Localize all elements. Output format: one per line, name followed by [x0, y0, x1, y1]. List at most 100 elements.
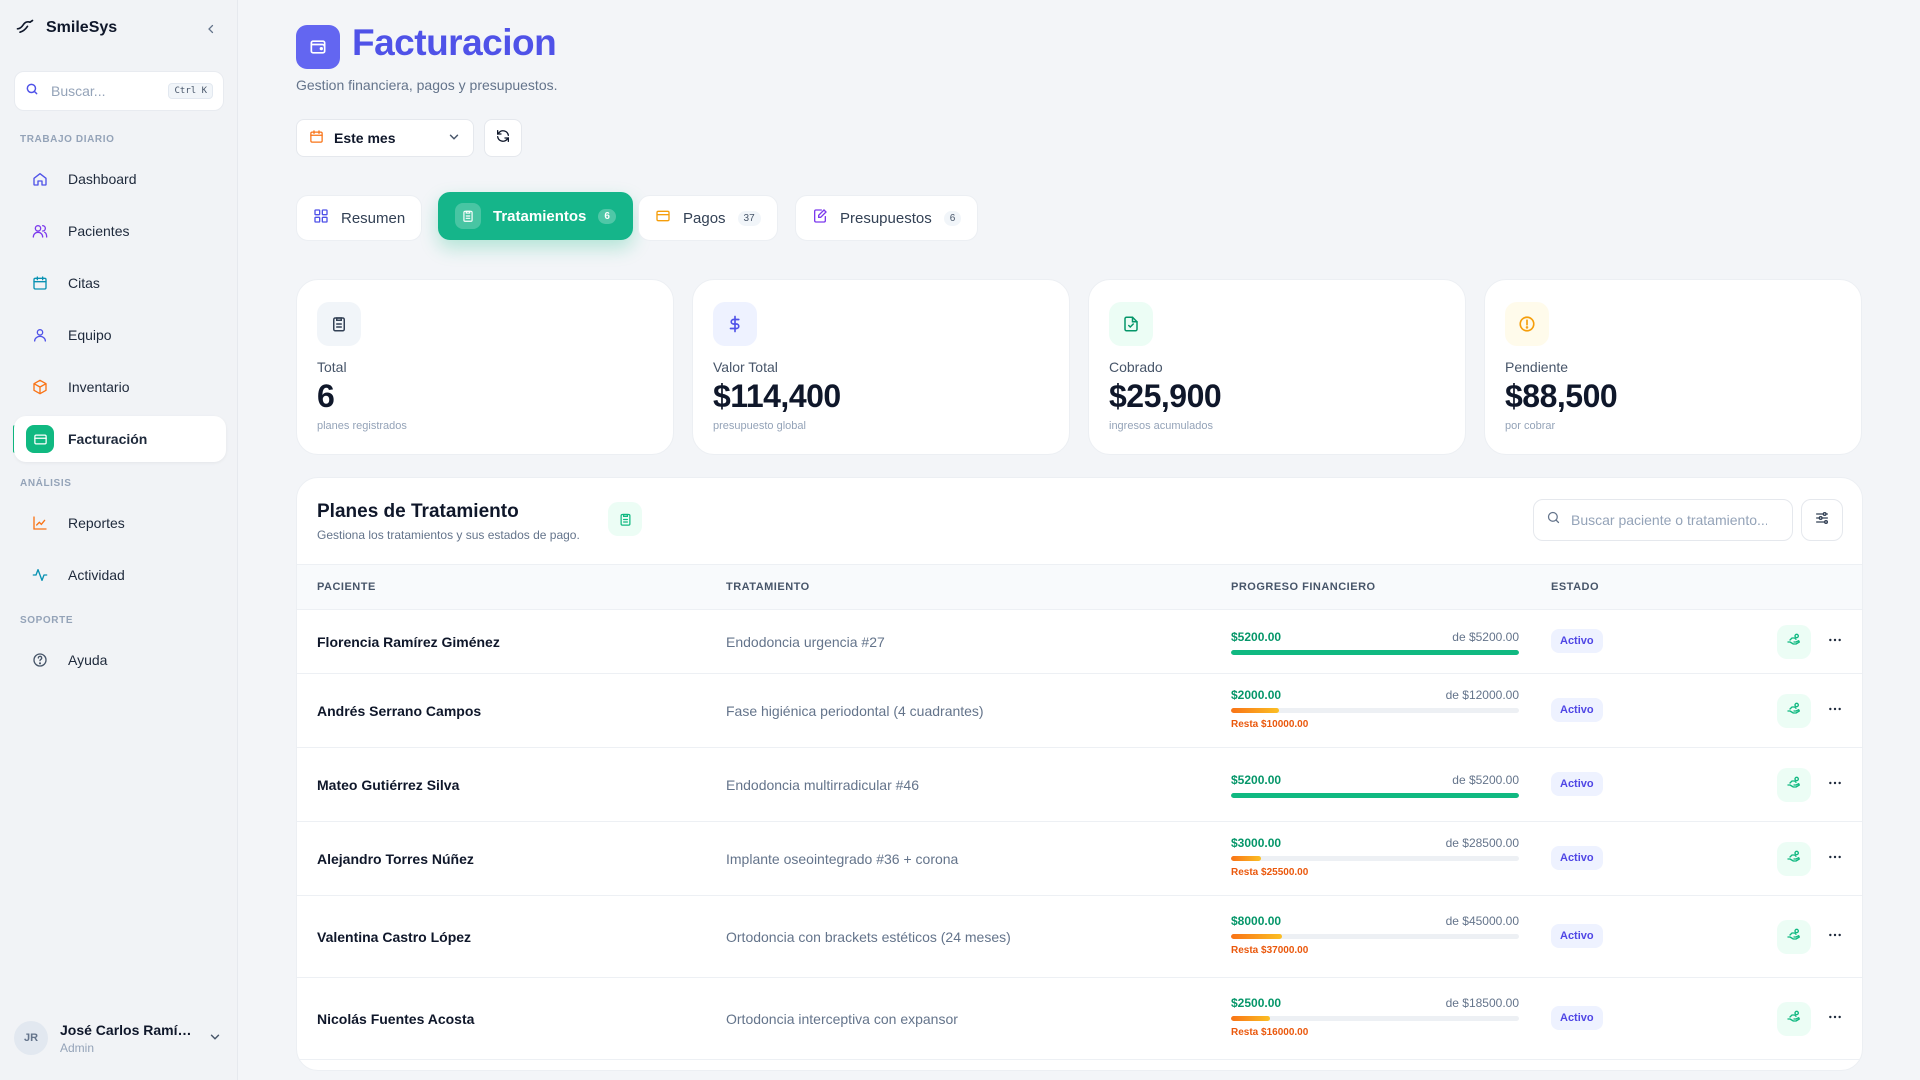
financial-progress: $5200.00 de $5200.00: [1231, 773, 1519, 798]
sidebar-search[interactable]: Buscar... Ctrl K: [14, 71, 224, 111]
sidebar-item-equipo[interactable]: Equipo: [14, 312, 226, 358]
tab-count: 37: [737, 210, 761, 226]
stat-value: 6: [317, 378, 335, 414]
collapse-sidebar-button[interactable]: [200, 18, 222, 40]
status-badge: Activo: [1551, 698, 1603, 722]
cell-patient: Valentina Castro López: [317, 929, 472, 945]
sidebar-item-facturacion[interactable]: Facturación: [14, 416, 226, 462]
table-row[interactable]: Valentina Castro López Ortodoncia con bra…: [297, 896, 1862, 978]
table-row[interactable]: Mateo Gutiérrez Silva Endodoncia multirra…: [297, 748, 1862, 822]
cell-treatment: Ortodoncia interceptiva con expansor: [726, 1011, 958, 1027]
register-payment-button[interactable]: [1777, 625, 1811, 659]
tab-label: Resumen: [341, 209, 406, 227]
period-select[interactable]: Este mes: [296, 119, 474, 157]
progress-bar: [1231, 793, 1519, 798]
more-options-button[interactable]: [1821, 1002, 1849, 1036]
register-payment-button[interactable]: [1777, 1002, 1811, 1036]
receipt-check-icon: [1109, 302, 1153, 346]
section-label-support: SOPORTE: [20, 615, 74, 626]
user-menu[interactable]: JR José Carlos Ramírez Admin: [14, 1016, 226, 1060]
chevron-down-icon[interactable]: [208, 1030, 222, 1049]
progress-bar-fill: [1231, 793, 1519, 798]
status-badge: Activo: [1551, 846, 1603, 870]
stat-sub: planes registrados: [317, 420, 407, 432]
more-options-button[interactable]: [1821, 768, 1849, 802]
more-options-button[interactable]: [1821, 920, 1849, 954]
sidebar-item-inventario[interactable]: Inventario: [14, 364, 226, 410]
financial-progress: $2000.00 de $12000.00 Resta $10000.00: [1231, 688, 1519, 730]
sidebar-item-pacientes[interactable]: Pacientes: [14, 208, 226, 254]
amount-paid: $2000.00: [1231, 688, 1282, 702]
tab-label: Tratamientos: [493, 207, 587, 225]
progress-bar-fill: [1231, 1016, 1270, 1021]
amount-total: de $12000.00: [1445, 688, 1519, 702]
chart-icon: [26, 509, 54, 537]
amount-remaining: Resta $25500.00: [1231, 867, 1309, 878]
table-row[interactable]: Nicolás Fuentes Acosta Ortodoncia interce…: [297, 978, 1862, 1060]
wallet-icon: [26, 425, 54, 453]
sidebar-item-citas[interactable]: Citas: [14, 260, 226, 306]
brand[interactable]: SmileSys: [14, 16, 117, 40]
register-payment-button[interactable]: [1777, 842, 1811, 876]
home-icon: [26, 165, 54, 193]
refresh-button[interactable]: [484, 119, 522, 157]
sidebar-item-label: Dashboard: [68, 171, 137, 187]
section-label-analysis: ANÁLISIS: [20, 478, 72, 489]
chevron-down-icon: [447, 130, 461, 147]
register-payment-button[interactable]: [1777, 920, 1811, 954]
progress-bar-fill: [1231, 856, 1262, 861]
sidebar-item-actividad[interactable]: Actividad: [14, 552, 226, 598]
register-payment-button[interactable]: [1777, 768, 1811, 802]
column-header-progress: PROGRESO FINANCIERO: [1231, 581, 1376, 593]
status-badge: Activo: [1551, 1006, 1603, 1030]
progress-bar: [1231, 934, 1519, 939]
table-search[interactable]: [1533, 499, 1793, 541]
table-row[interactable]: Florencia Ramírez Giménez Endodoncia urge…: [297, 610, 1862, 674]
financial-progress: $5200.00 de $5200.00: [1231, 630, 1519, 655]
stat-card-cobrado: Cobrado $25,900 ingresos acumulados: [1088, 279, 1466, 455]
stat-sub: presupuesto global: [713, 420, 806, 432]
table-row[interactable]: Andrés Serrano Campos Fase higiénica peri…: [297, 674, 1862, 748]
table-title: Planes de Tratamiento: [317, 501, 519, 522]
column-header-patient: PACIENTE: [317, 581, 376, 593]
amount-total: de $5200.00: [1452, 630, 1519, 644]
more-options-button[interactable]: [1821, 842, 1849, 876]
sidebar-item-ayuda[interactable]: Ayuda: [14, 637, 226, 683]
status-badge: Activo: [1551, 629, 1603, 653]
register-payment-button[interactable]: [1777, 694, 1811, 728]
progress-bar: [1231, 1016, 1519, 1021]
more-horizontal-icon: [1827, 632, 1843, 653]
tab-tratamientos[interactable]: Tratamientos 6: [438, 192, 633, 240]
more-options-button[interactable]: [1821, 694, 1849, 728]
sidebar-item-reportes[interactable]: Reportes: [14, 500, 226, 546]
tab-presupuestos[interactable]: Presupuestos 6: [795, 195, 979, 241]
refresh-icon: [495, 128, 511, 149]
avatar: JR: [14, 1021, 48, 1055]
cell-patient: Mateo Gutiérrez Silva: [317, 777, 460, 793]
amount-total: de $28500.00: [1445, 836, 1519, 850]
stat-label: Valor Total: [713, 359, 778, 375]
sidebar-item-dashboard[interactable]: Dashboard: [14, 156, 226, 202]
column-header-status: ESTADO: [1551, 581, 1600, 593]
hand-coins-icon: [1786, 1009, 1802, 1030]
search-icon: [1546, 510, 1561, 530]
user-role: Admin: [60, 1040, 95, 1055]
stat-card-pendiente: Pendiente $88,500 por cobrar: [1484, 279, 1862, 455]
calendar-icon: [26, 269, 54, 297]
cell-treatment: Ortodoncia con brackets estéticos (24 me…: [726, 929, 1011, 945]
cell-treatment: Endodoncia urgencia #27: [726, 634, 885, 650]
table-row[interactable]: Alejandro Torres Núñez Implante oseointeg…: [297, 822, 1862, 896]
stat-sub: por cobrar: [1505, 420, 1556, 432]
grid-icon: [313, 208, 329, 228]
filter-button[interactable]: [1801, 499, 1843, 541]
treatment-plans-card: Planes de Tratamiento Gestiona los trata…: [296, 477, 1863, 1071]
progress-bar-fill: [1231, 934, 1283, 939]
tab-pagos[interactable]: Pagos 37: [638, 195, 778, 241]
status-badge: Activo: [1551, 924, 1603, 948]
user-name: José Carlos Ramírez: [60, 1021, 192, 1038]
tab-resumen[interactable]: Resumen: [296, 195, 423, 241]
billing-icon: [296, 25, 340, 69]
search-input[interactable]: [1571, 512, 1767, 528]
more-options-button[interactable]: [1821, 625, 1849, 659]
sidebar-item-label: Equipo: [68, 327, 112, 343]
